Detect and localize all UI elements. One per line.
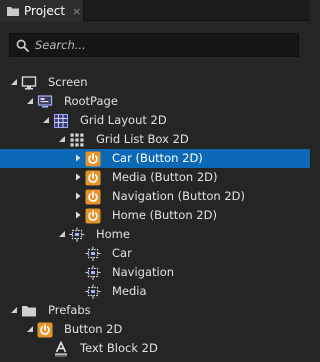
- expanded-arrow-icon[interactable]: [9, 77, 19, 87]
- tree-item-car-button-2d[interactable]: Car (Button 2D): [0, 149, 310, 168]
- tree-item-screen[interactable]: Screen: [0, 73, 310, 92]
- search-input[interactable]: [35, 38, 275, 52]
- node-icon: [85, 284, 101, 300]
- tree-item-label: Button 2D: [64, 322, 123, 336]
- tree-item-label: Text Block 2D: [80, 341, 158, 355]
- tree-item-navigation-button-2d[interactable]: Navigation (Button 2D): [0, 187, 310, 206]
- expanded-arrow-icon[interactable]: [25, 96, 35, 106]
- node-icon: [69, 227, 85, 243]
- expanded-arrow-icon[interactable]: [9, 305, 19, 315]
- tree-item-car[interactable]: Car: [0, 244, 310, 263]
- tree-item-text-block-2d[interactable]: Text Block 2D: [0, 339, 310, 358]
- tree-item-label: Media: [112, 284, 147, 298]
- search-box[interactable]: [9, 33, 299, 57]
- tree-item-label: Media (Button 2D): [112, 170, 218, 184]
- collapsed-arrow-icon[interactable]: [73, 191, 83, 201]
- node-icon: [85, 246, 101, 262]
- folder-icon: [21, 303, 37, 319]
- tree-item-button-2d[interactable]: Button 2D: [0, 320, 310, 339]
- tree-item-navigation[interactable]: Navigation: [0, 263, 310, 282]
- power-button-icon: [37, 322, 53, 338]
- tree-item-label: Home (Button 2D): [112, 208, 217, 222]
- node-icon: [85, 265, 101, 281]
- expanded-arrow-icon[interactable]: [25, 324, 35, 334]
- project-tab-icon: [7, 7, 19, 16]
- collapsed-arrow-icon[interactable]: [73, 153, 83, 163]
- tree-item-label: Car: [112, 246, 132, 260]
- search-icon: [16, 39, 29, 52]
- tab-title: Project: [24, 4, 66, 18]
- tree-item-label: Prefabs: [48, 303, 91, 317]
- tree-item-label: Car (Button 2D): [112, 151, 203, 165]
- tree-item-rootpage[interactable]: RootPage: [0, 92, 310, 111]
- tree-item-home[interactable]: Home: [0, 225, 310, 244]
- tree-item-media-button-2d[interactable]: Media (Button 2D): [0, 168, 310, 187]
- tree-item-label: Navigation: [112, 265, 175, 279]
- project-tree: Screen RootPage Grid Layout 2D Grid List Bo…: [0, 73, 310, 358]
- power-button-icon: [85, 170, 101, 186]
- tree-item-prefabs[interactable]: Prefabs: [0, 301, 310, 320]
- tree-item-home-button-2d[interactable]: Home (Button 2D): [0, 206, 310, 225]
- page-icon: [37, 94, 53, 110]
- monitor-icon: [21, 75, 37, 91]
- tree-item-label: Grid Layout 2D: [80, 113, 167, 127]
- close-icon[interactable]: ×: [72, 6, 81, 17]
- text-block-icon: [53, 340, 69, 357]
- tree-item-grid-layout-2d[interactable]: Grid Layout 2D: [0, 111, 310, 130]
- tab-project[interactable]: Project ×: [0, 0, 84, 22]
- grid-list-box-icon: [69, 132, 85, 148]
- expanded-arrow-icon[interactable]: [57, 229, 67, 239]
- tree-item-label: Home: [96, 227, 130, 241]
- tree-item-label: RootPage: [64, 94, 118, 108]
- expanded-arrow-icon[interactable]: [57, 134, 67, 144]
- power-button-icon: [85, 208, 101, 224]
- tree-item-label: Screen: [48, 75, 88, 89]
- tree-item-grid-list-box-2d[interactable]: Grid List Box 2D: [0, 130, 310, 149]
- grid-layout-icon: [53, 113, 69, 129]
- tree-item-media[interactable]: Media: [0, 282, 310, 301]
- power-button-icon: [85, 151, 101, 167]
- tree-item-label: Navigation (Button 2D): [112, 189, 246, 203]
- power-button-icon: [85, 189, 101, 205]
- collapsed-arrow-icon[interactable]: [73, 172, 83, 182]
- expanded-arrow-icon[interactable]: [41, 115, 51, 125]
- tree-item-label: Grid List Box 2D: [96, 132, 189, 146]
- panel-tab-bar: Project ×: [0, 0, 310, 22]
- collapsed-arrow-icon[interactable]: [73, 210, 83, 220]
